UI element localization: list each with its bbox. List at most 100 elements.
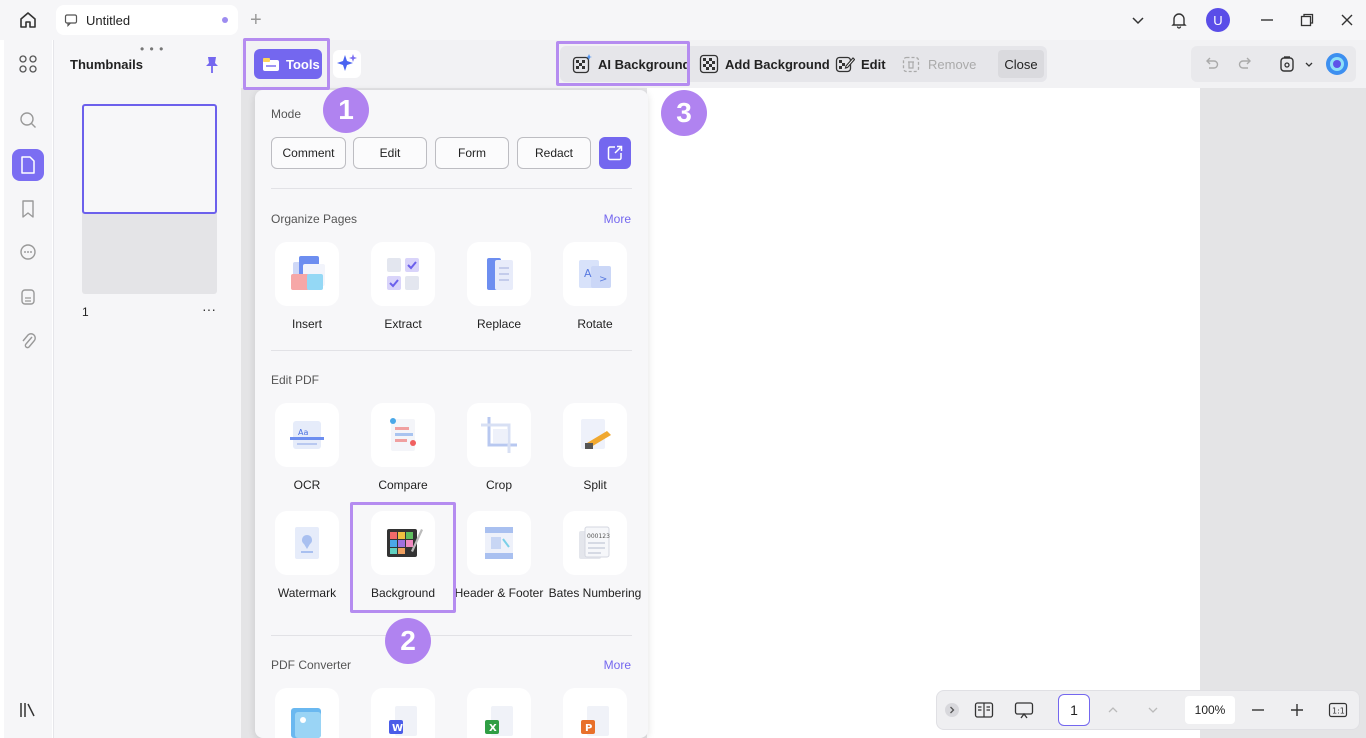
tool-insert[interactable]: Insert: [259, 242, 355, 332]
converter-more-link[interactable]: More: [604, 658, 631, 672]
redo-icon[interactable]: [1236, 54, 1256, 74]
tool-convert-powerpoint[interactable]: P: [547, 688, 643, 738]
ai-sparkle-button[interactable]: [333, 50, 361, 78]
tool-convert-image[interactable]: [259, 688, 355, 738]
document-page[interactable]: [647, 88, 1200, 738]
close-button[interactable]: Close: [998, 50, 1044, 78]
bookmark-icon[interactable]: [12, 193, 44, 225]
attachment-panel-icon[interactable]: [12, 281, 44, 313]
unsaved-dot: [222, 17, 228, 23]
apps-icon[interactable]: [12, 48, 44, 80]
ocr-icon: Aa: [275, 403, 339, 467]
presentation-icon[interactable]: [1013, 691, 1035, 729]
organize-more-link[interactable]: More: [604, 212, 631, 226]
edit-background-button[interactable]: Edit: [835, 46, 886, 82]
compare-icon: [371, 403, 435, 467]
new-tab-button[interactable]: +: [250, 10, 262, 30]
extract-icon: [371, 242, 435, 306]
tool-label: OCR: [293, 478, 321, 492]
mode-redact-button[interactable]: Redact: [517, 137, 591, 169]
tool-extract[interactable]: Extract: [355, 242, 451, 332]
save-icon[interactable]: [1277, 54, 1297, 74]
tool-convert-word[interactable]: W: [355, 688, 451, 738]
previous-page-icon[interactable]: [1103, 691, 1123, 729]
history-toolbar: [1191, 46, 1356, 82]
header-footer-icon: [467, 511, 531, 575]
mode-comment-button[interactable]: Comment: [271, 137, 346, 169]
comment-icon: [64, 14, 78, 27]
tool-split[interactable]: Split: [547, 403, 643, 493]
remove-background-button[interactable]: Remove: [902, 46, 976, 82]
page-layout-icon[interactable]: [973, 691, 995, 729]
callout-2: 2: [385, 618, 431, 664]
tool-header-footer[interactable]: Header & Footer: [451, 511, 547, 601]
svg-text:X: X: [489, 723, 497, 734]
restore-icon[interactable]: [1296, 8, 1318, 32]
page-number-input[interactable]: 1: [1058, 694, 1090, 726]
tool-replace[interactable]: Replace: [451, 242, 547, 332]
left-icon-bar: [4, 40, 52, 738]
next-page-icon[interactable]: [1143, 691, 1163, 729]
pin-icon[interactable]: [204, 55, 220, 78]
mode-form-button[interactable]: Form: [435, 137, 509, 169]
main-toolbar: Tools AI Background Add Background Edit …: [241, 40, 1366, 88]
page-thumbnail[interactable]: [82, 104, 217, 294]
minimize-icon[interactable]: [1256, 8, 1278, 32]
insert-icon: [275, 242, 339, 306]
sparkle-icon: [337, 54, 357, 71]
document-tab[interactable]: Untitled: [56, 5, 238, 35]
tool-label: Insert: [291, 317, 322, 331]
assistant-icon[interactable]: [1325, 52, 1349, 76]
thumbnail-more-button[interactable]: ···: [202, 301, 216, 317]
open-external-button[interactable]: [599, 137, 631, 169]
powerpoint-icon: P: [563, 688, 627, 738]
tool-label: Replace: [476, 317, 522, 331]
page-navigation-bar: 1 100% 1:1: [936, 690, 1360, 730]
save-menu-chevron-icon[interactable]: [1299, 54, 1319, 74]
chevron-down-icon[interactable]: [1128, 8, 1148, 32]
tool-convert-excel[interactable]: X: [451, 688, 547, 738]
add-background-label: Add Background: [725, 56, 830, 72]
close-window-icon[interactable]: [1336, 8, 1358, 32]
bell-icon[interactable]: [1168, 8, 1190, 32]
excel-icon: X: [467, 688, 531, 738]
actual-size-button[interactable]: 1:1: [1326, 691, 1350, 729]
search-icon[interactable]: [12, 104, 44, 136]
thumbnails-icon[interactable]: [12, 149, 44, 181]
remove-background-icon: [902, 56, 920, 73]
expand-toolbar-button[interactable]: [943, 691, 961, 729]
tool-bates-numbering[interactable]: 000123 Bates Numbering: [547, 511, 643, 601]
paperclip-icon[interactable]: [12, 325, 44, 357]
thumbnails-panel: • • • Thumbnails 1 ···: [53, 40, 241, 738]
zoom-in-icon[interactable]: [1287, 691, 1307, 729]
comments-icon[interactable]: [12, 237, 44, 269]
avatar: U: [1206, 8, 1230, 32]
undo-icon[interactable]: [1201, 54, 1221, 74]
converter-section-title: PDF Converter: [271, 658, 352, 672]
divider: [271, 350, 632, 351]
mode-edit-button[interactable]: Edit: [353, 137, 427, 169]
tool-ocr[interactable]: Aa OCR: [259, 403, 355, 493]
library-icon[interactable]: [12, 694, 44, 726]
zoom-level[interactable]: 100%: [1185, 696, 1235, 724]
zoom-out-icon[interactable]: [1248, 691, 1268, 729]
home-icon[interactable]: [16, 9, 40, 31]
tool-crop[interactable]: Crop: [451, 403, 547, 493]
add-background-button[interactable]: Add Background: [699, 46, 830, 82]
tool-label: Watermark: [277, 586, 337, 600]
svg-text:P: P: [585, 723, 592, 734]
panel-drag-handle[interactable]: • • •: [140, 42, 164, 56]
tool-label: Rotate: [577, 317, 613, 331]
split-icon: [563, 403, 627, 467]
divider: [271, 188, 632, 189]
panel-title: Thumbnails: [70, 57, 143, 72]
tool-rotate[interactable]: A > Rotate: [547, 242, 643, 332]
tab-title: Untitled: [86, 12, 131, 28]
tool-compare[interactable]: Compare: [355, 403, 451, 493]
callout-1: 1: [323, 87, 369, 133]
tool-watermark[interactable]: Watermark: [259, 511, 355, 601]
user-avatar[interactable]: U: [1206, 8, 1230, 32]
tool-label: Compare: [378, 478, 428, 492]
selected-page-preview: [82, 104, 217, 214]
svg-text:000123: 000123: [587, 533, 610, 540]
